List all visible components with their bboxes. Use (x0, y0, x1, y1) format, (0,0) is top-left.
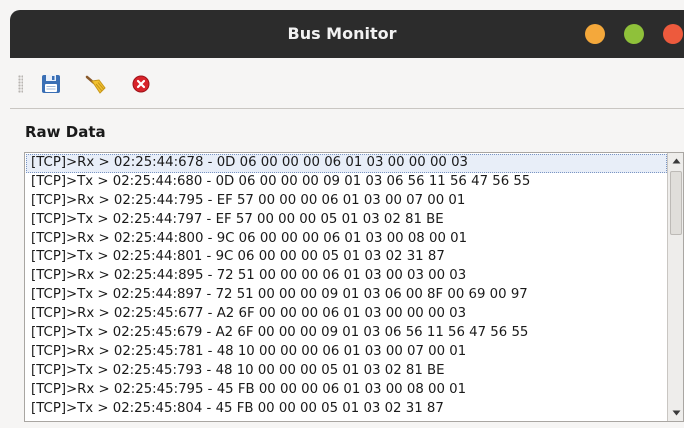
arrow-down-icon (672, 410, 680, 416)
list-item[interactable]: [TCP]>Rx > 02:25:44:800 - 9C 06 00 00 00… (26, 230, 667, 249)
list-item[interactable]: [TCP]>Tx > 02:25:44:801 - 9C 06 00 00 00… (26, 248, 667, 267)
arrow-up-icon (672, 158, 680, 164)
window-title: Bus Monitor (287, 24, 397, 43)
save-icon (42, 75, 60, 93)
raw-data-label: Raw Data (25, 123, 106, 141)
list-item[interactable]: [TCP]>Rx > 02:25:45:795 - 45 FB 00 00 00… (26, 381, 667, 400)
toolbar (10, 58, 684, 109)
list-item[interactable]: [TCP]>Tx > 02:25:44:680 - 0D 06 00 00 00… (26, 173, 667, 192)
list-item[interactable]: [TCP]>Tx > 02:25:44:897 - 72 51 00 00 00… (26, 286, 667, 305)
toolbar-grip-handle[interactable] (18, 75, 23, 93)
list-item[interactable]: [TCP]>Rx > 02:25:44:678 - 0D 06 00 00 00… (26, 154, 667, 173)
broom-icon (85, 75, 106, 94)
save-button[interactable] (38, 71, 64, 97)
list-item[interactable]: [TCP]>Tx > 02:25:45:804 - 45 FB 00 00 00… (26, 400, 667, 419)
scroll-up-button[interactable] (668, 153, 683, 169)
vertical-scrollbar[interactable] (667, 153, 683, 421)
stop-button[interactable] (128, 71, 154, 97)
list-item[interactable]: [TCP]>Rx > 02:25:44:795 - EF 57 00 00 00… (26, 192, 667, 211)
list-item[interactable]: [TCP]>Tx > 02:25:44:797 - EF 57 00 00 00… (26, 211, 667, 230)
list-item[interactable]: [TCP]>Rx > 02:25:45:677 - A2 6F 00 00 00… (26, 305, 667, 324)
list-item[interactable]: [TCP]>Rx > 02:25:44:895 - 72 51 00 00 00… (26, 267, 667, 286)
scroll-thumb[interactable] (670, 171, 682, 235)
raw-data-rows: [TCP]>Rx > 02:25:44:678 - 0D 06 00 00 00… (26, 154, 667, 418)
scroll-down-button[interactable] (668, 405, 683, 421)
raw-data-list[interactable]: [TCP]>Rx > 02:25:44:678 - 0D 06 00 00 00… (24, 152, 684, 422)
stop-icon (132, 75, 150, 93)
list-item[interactable]: [TCP]>Rx > 02:25:45:781 - 48 10 00 00 00… (26, 343, 667, 362)
list-item[interactable]: [TCP]>Tx > 02:25:45:793 - 48 10 00 00 00… (26, 362, 667, 381)
clear-log-button[interactable] (83, 71, 109, 97)
minimize-button[interactable] (585, 24, 605, 44)
maximize-button[interactable] (624, 24, 644, 44)
close-window-button[interactable] (663, 24, 683, 44)
list-item[interactable]: [TCP]>Tx > 02:25:45:679 - A2 6F 00 00 00… (26, 324, 667, 343)
